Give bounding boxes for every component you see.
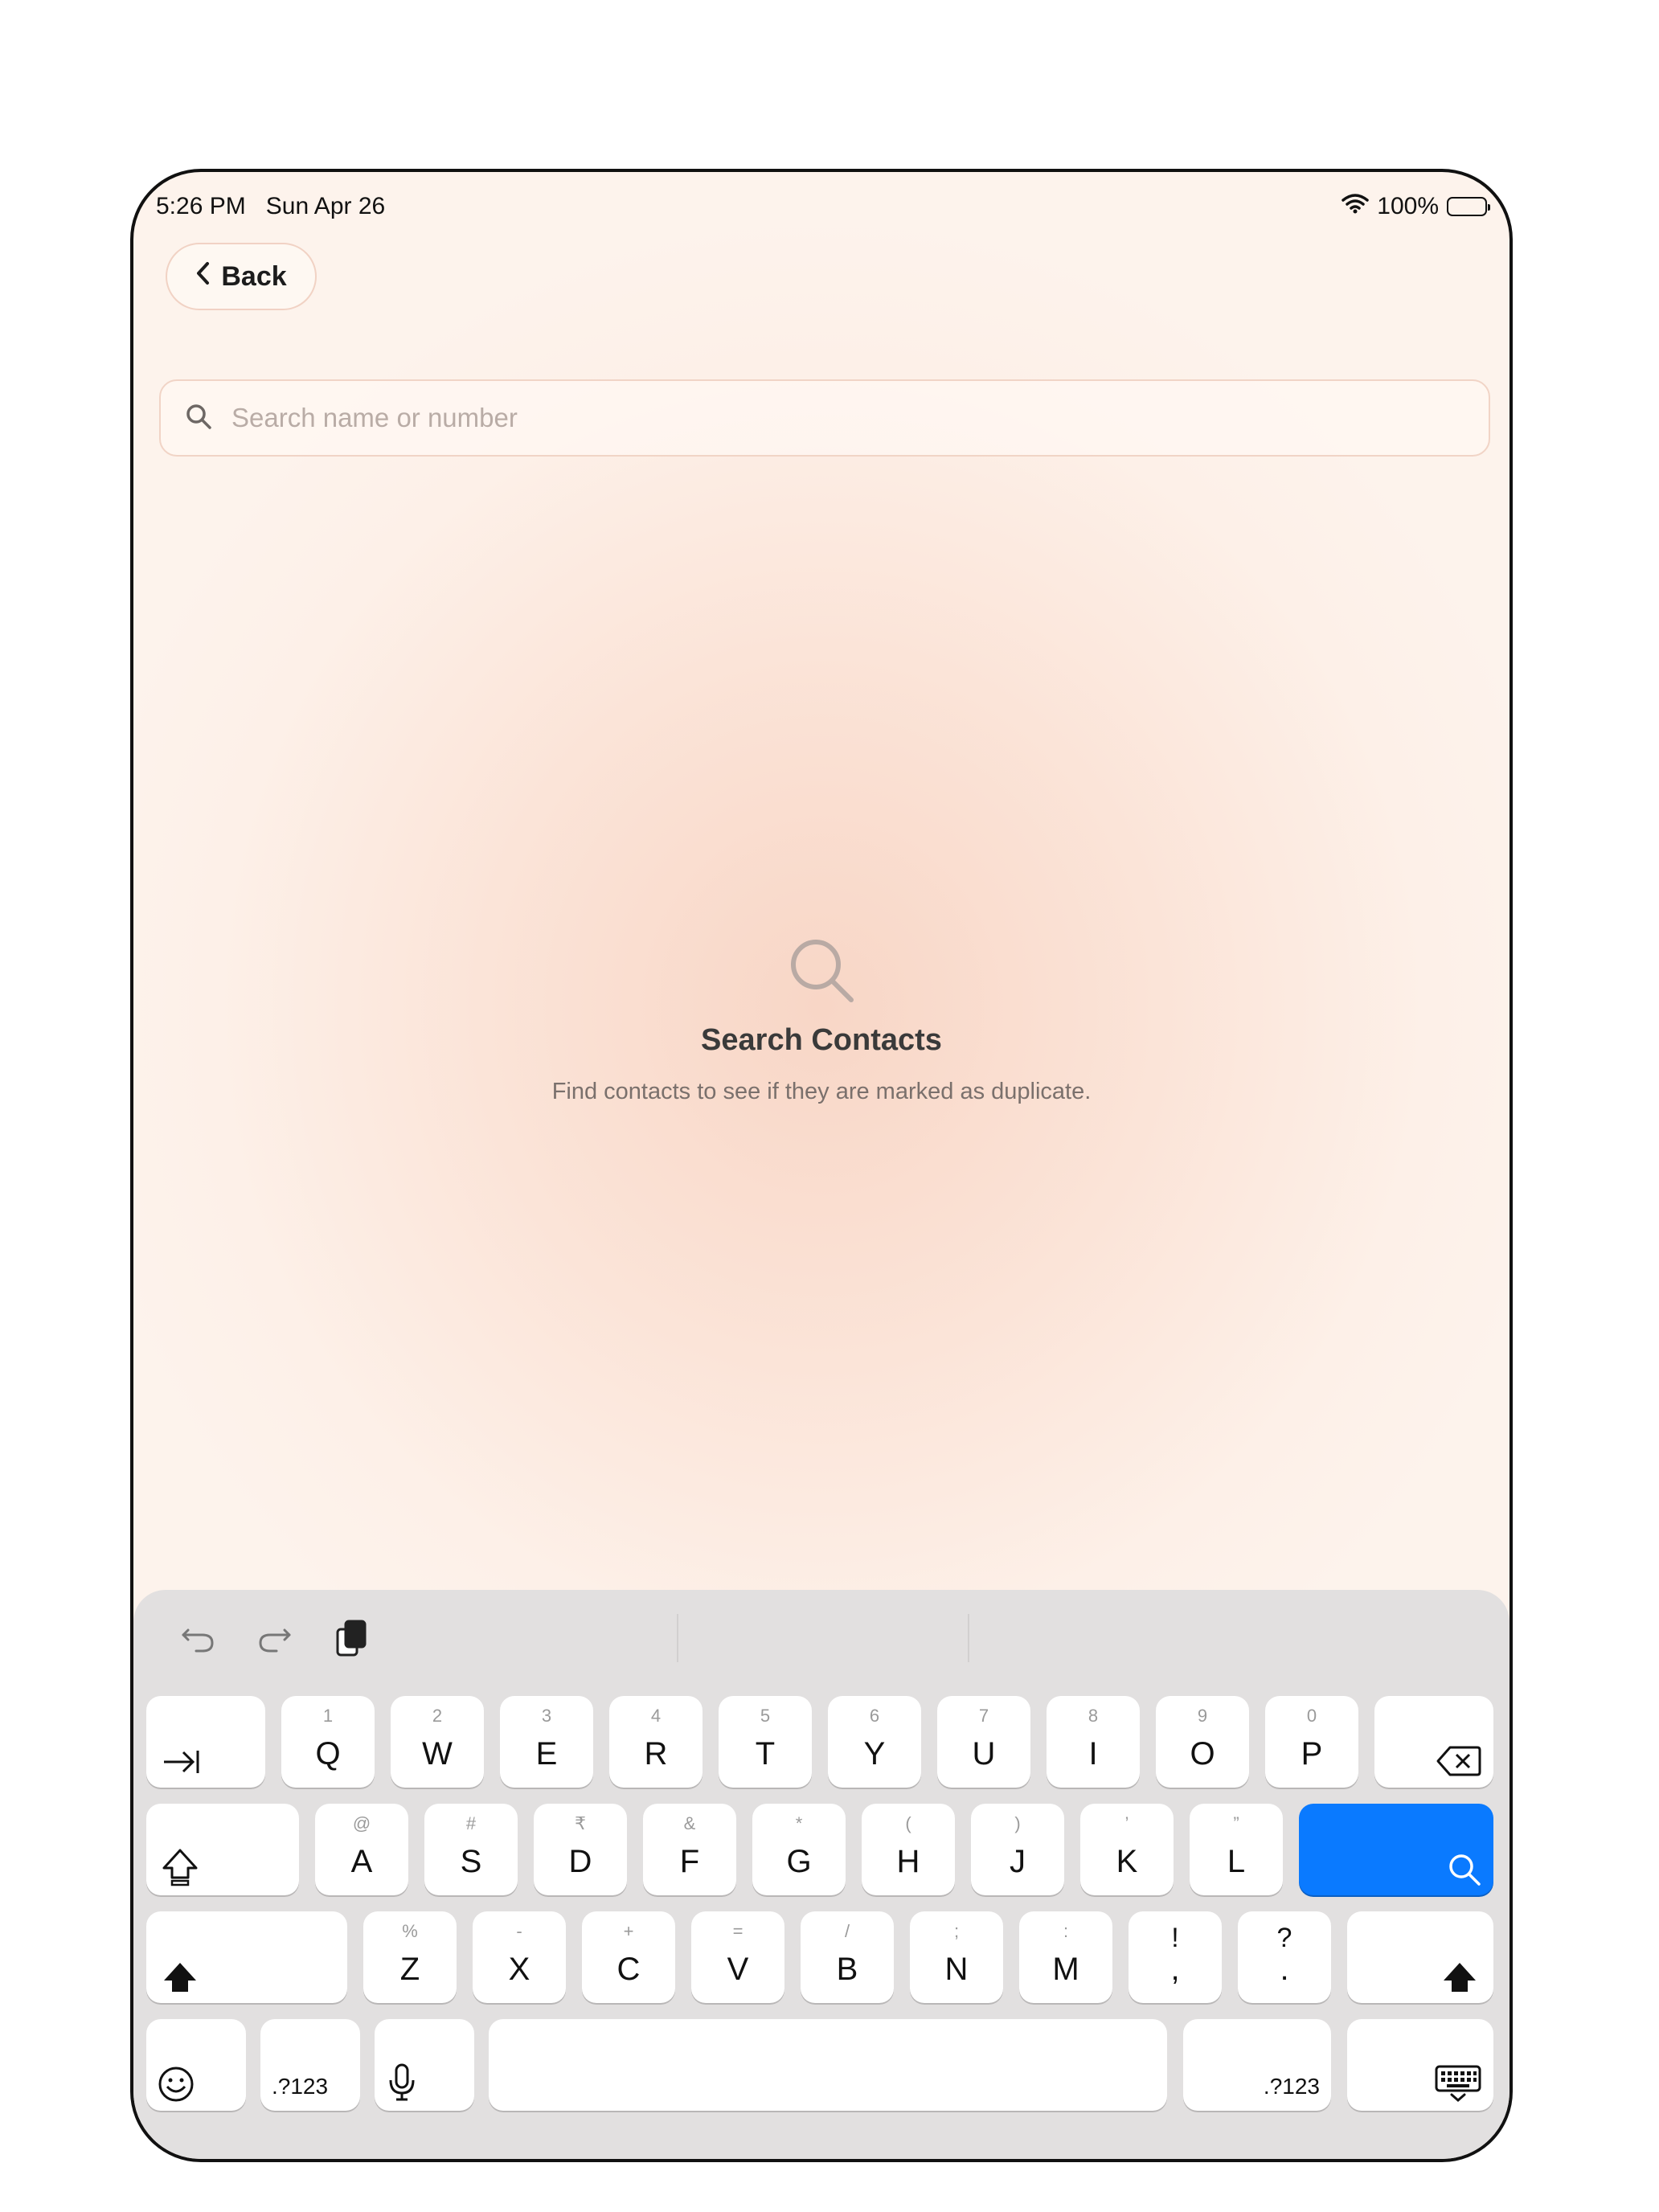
tab-key[interactable] (146, 1696, 265, 1788)
toolbar-divider (968, 1614, 969, 1662)
keyboard-toolbar (174, 1614, 1509, 1670)
key-y[interactable]: 6Y (828, 1696, 921, 1788)
wifi-icon (1342, 193, 1370, 220)
key-u[interactable]: 7U (937, 1696, 1030, 1788)
key-a[interactable]: @ A (315, 1804, 408, 1895)
search-input[interactable] (230, 402, 1439, 434)
key-d[interactable]: ₹ D (534, 1804, 627, 1895)
undo-icon[interactable] (174, 1614, 222, 1662)
key-period[interactable]: ?. (1238, 1911, 1331, 2003)
search-large-icon (787, 940, 856, 1008)
shift-key-left[interactable] (146, 1911, 347, 2003)
chevron-left-icon (195, 261, 210, 293)
key-z[interactable]: % Z (363, 1911, 457, 2003)
key-n[interactable]: ; N (910, 1911, 1003, 2003)
emoji-key[interactable] (146, 2019, 246, 2111)
status-bar: 5:26 PM Sun Apr 26 100% (156, 185, 1490, 227)
numbers-key-left[interactable]: .?123 (260, 2019, 360, 2111)
key-w[interactable]: 2W (391, 1696, 484, 1788)
key-x[interactable]: -X (473, 1911, 566, 2003)
empty-state-title: Search Contacts (701, 1023, 942, 1057)
key-v[interactable]: = V (691, 1911, 784, 2003)
back-button[interactable]: Back (166, 243, 317, 310)
battery-icon (1447, 197, 1490, 216)
key-b[interactable]: / B (801, 1911, 894, 2003)
paste-icon[interactable] (328, 1614, 376, 1662)
key-c[interactable]: + C (582, 1911, 675, 2003)
key-h[interactable]: (H (862, 1804, 955, 1895)
status-date: Sun Apr 26 (265, 193, 386, 219)
key-r[interactable]: 4R (609, 1696, 703, 1788)
delete-key[interactable] (1374, 1696, 1493, 1788)
key-f[interactable]: & F (643, 1804, 736, 1895)
device-frame: 5:26 PM Sun Apr 26 100% Back Search name… (130, 169, 1513, 2162)
key-comma[interactable]: !, (1129, 1911, 1222, 2003)
key-o[interactable]: 9O (1156, 1696, 1249, 1788)
key-i[interactable]: 8I (1047, 1696, 1140, 1788)
key-j[interactable]: ) J (971, 1804, 1064, 1895)
dictation-key[interactable] (375, 2019, 474, 2111)
key-t[interactable]: 5T (719, 1696, 812, 1788)
status-right: 100% (1342, 193, 1490, 220)
empty-state: Search Contacts Find contacts to see if … (133, 936, 1509, 1105)
key-k[interactable]: ’ K (1080, 1804, 1174, 1895)
key-e[interactable]: 3E (500, 1696, 593, 1788)
space-key[interactable] (489, 2019, 1167, 2111)
back-label: Back (221, 260, 287, 292)
search-icon (185, 403, 212, 434)
numbers-key-right[interactable]: .?123 (1183, 2019, 1331, 2111)
key-m[interactable]: :M (1019, 1911, 1112, 2003)
toolbar-divider (677, 1614, 678, 1662)
hide-keyboard-key[interactable] (1347, 2019, 1493, 2111)
shift-key-right[interactable] (1347, 1911, 1493, 2003)
key-s[interactable]: # S (424, 1804, 518, 1895)
caps-lock-key[interactable] (146, 1804, 299, 1895)
battery-percent: 100% (1377, 193, 1439, 219)
key-g[interactable]: * G (752, 1804, 846, 1895)
key-q[interactable]: 1Q (281, 1696, 375, 1788)
search-key[interactable] (1299, 1804, 1493, 1895)
key-p[interactable]: 0P (1265, 1696, 1358, 1788)
redo-icon[interactable] (251, 1614, 299, 1662)
search-bar[interactable] (159, 379, 1490, 457)
status-time: 5:26 PM (156, 193, 246, 219)
status-time-date: 5:26 PM Sun Apr 26 (156, 193, 385, 220)
keyboard: 1Q 2W 3E 4R 5T 6Y 7U 8I 9O 0P @ A # S ₹ D &… (133, 1590, 1509, 2159)
key-l[interactable]: ” L (1190, 1804, 1283, 1895)
empty-state-description: Find contacts to see if they are marked … (551, 1079, 1092, 1104)
